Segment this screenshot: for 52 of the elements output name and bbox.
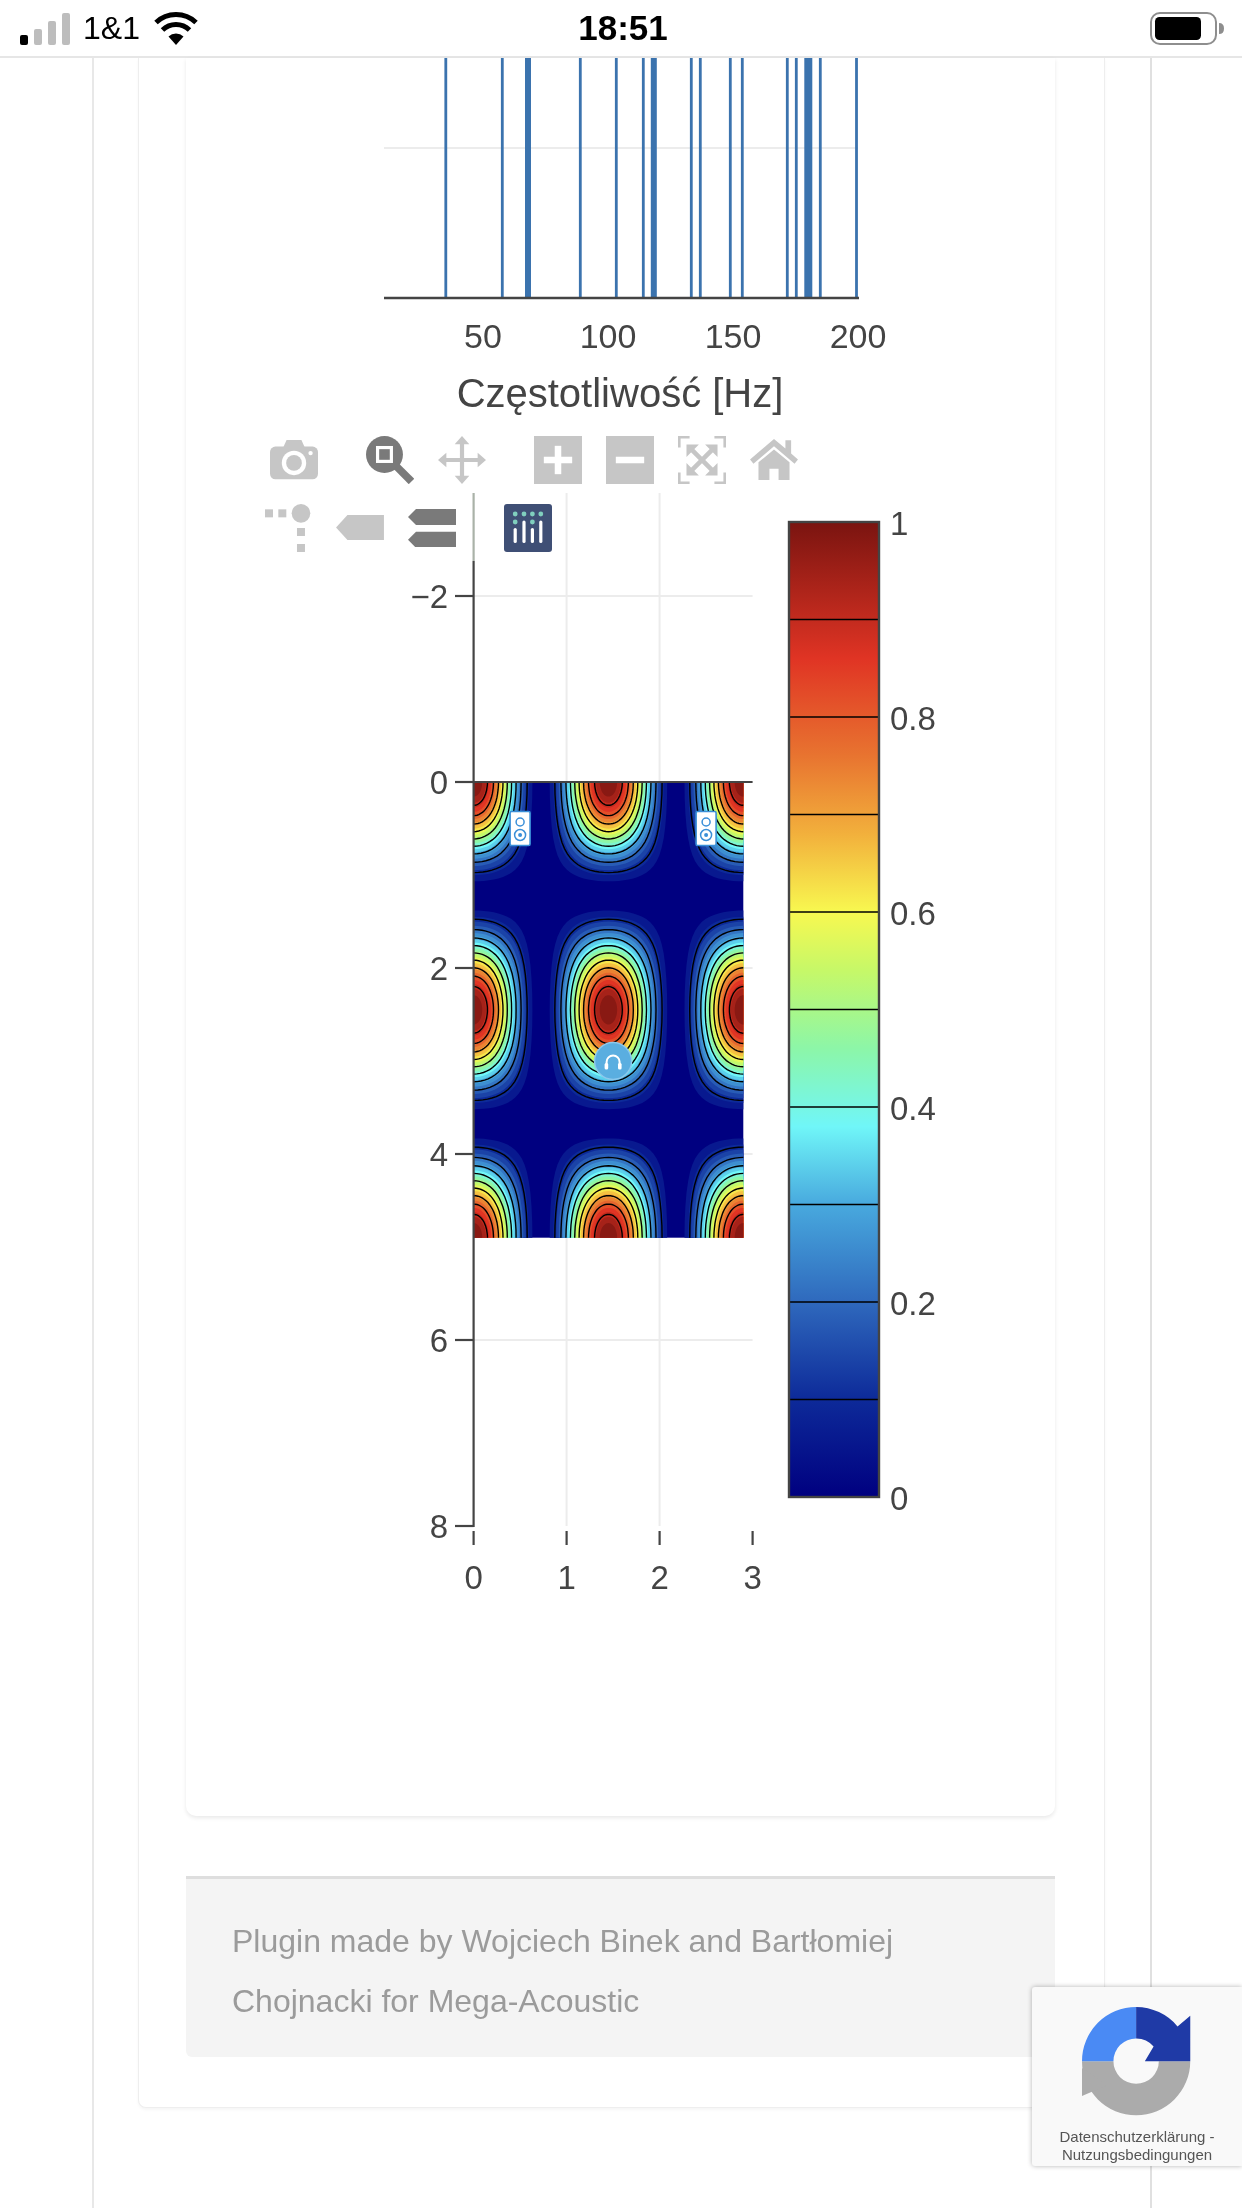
link-separator: - xyxy=(1209,2128,1215,2145)
signal-icon xyxy=(20,11,72,45)
zoom-out-button[interactable] xyxy=(606,436,654,484)
move-arrows-icon xyxy=(438,436,486,484)
axis-tick-label: 200 xyxy=(829,317,887,355)
axis-tick-label: 1 xyxy=(557,1559,576,1596)
dots-circle-icon xyxy=(265,504,311,552)
autoscale-button[interactable] xyxy=(678,436,726,484)
clock-time: 18:51 xyxy=(578,8,668,48)
axis-title: Częstotliwość [Hz] xyxy=(456,371,784,415)
headphones-icon xyxy=(593,1041,633,1081)
axis-tick-label: 2 xyxy=(429,950,448,987)
bars-logo-icon xyxy=(504,504,552,552)
expand-arrows-icon xyxy=(678,436,726,484)
colorbar-tick-label: 0.4 xyxy=(890,1090,936,1127)
minus-icon xyxy=(606,436,654,484)
speaker-icon xyxy=(695,810,717,847)
axis-tick-label: −2 xyxy=(410,578,448,615)
colorbar-tick-label: 0.8 xyxy=(890,700,936,737)
pan-button[interactable] xyxy=(438,436,486,484)
double-tag-icon xyxy=(408,508,456,548)
speaker-icon xyxy=(509,810,531,847)
camera-icon xyxy=(270,440,318,480)
spike-lines-button[interactable] xyxy=(264,504,312,552)
carrier-name: 1&1 xyxy=(83,9,140,47)
axis-tick-label: 100 xyxy=(579,317,637,355)
colorbar-tick-label: 0.2 xyxy=(890,1285,936,1322)
axis-tick-label: 3 xyxy=(743,1559,762,1596)
circular-arrows-icon xyxy=(1082,2007,1192,2117)
axis-tick-label: 4 xyxy=(429,1136,448,1173)
axis-tick-label: 6 xyxy=(429,1322,448,1359)
zoom-in-button[interactable] xyxy=(534,436,582,484)
axis-tick-label: 2 xyxy=(650,1559,669,1596)
axis-tick-label: 8 xyxy=(429,1508,448,1545)
wifi-icon xyxy=(152,11,199,45)
footer-text: Plugin made by Wojciech Binek and Bartłomiej Chojnacki for Mega-Acoustic xyxy=(232,1922,895,2021)
axis-tick-label: 50 xyxy=(464,317,502,355)
colorbar-tick-label: 0 xyxy=(890,1480,909,1517)
logo-link[interactable] xyxy=(504,504,552,552)
home-icon xyxy=(750,439,798,481)
plus-icon xyxy=(534,436,582,484)
terms-link[interactable]: Nutzungsbedingungen xyxy=(1061,2146,1213,2163)
zoom-button[interactable] xyxy=(366,436,414,484)
axis-tick-label: 0 xyxy=(464,1559,483,1596)
axis-tick-label: 150 xyxy=(704,317,762,355)
zoom-icon xyxy=(366,436,414,484)
battery-icon xyxy=(1150,11,1226,45)
colorbar-tick-label: 0.6 xyxy=(890,895,936,932)
axis-tick-label: 0 xyxy=(429,764,448,801)
colorbar-tick-label: 1 xyxy=(890,505,909,542)
privacy-link[interactable]: Datenschutzerklärung xyxy=(1059,2128,1206,2145)
tag-icon xyxy=(336,515,384,541)
